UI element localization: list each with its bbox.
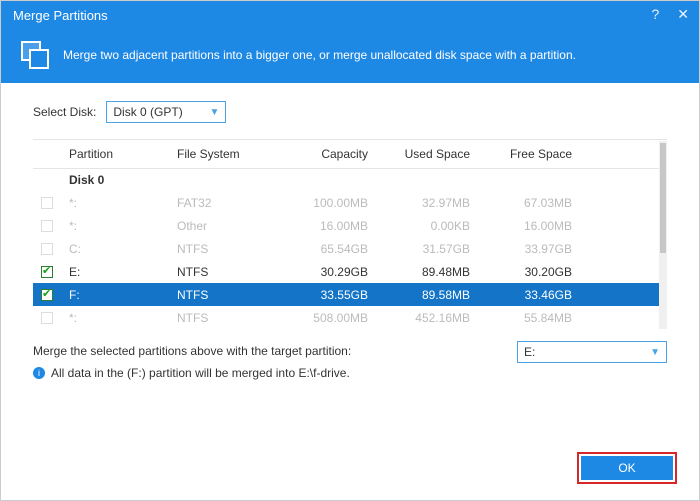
cell-free: 67.03MB	[478, 191, 580, 214]
cell-partition: *:	[61, 306, 169, 329]
cell-used: 0.00KB	[376, 214, 478, 237]
disk-select[interactable]: Disk 0 (GPT) ▼	[106, 101, 226, 123]
col-partition[interactable]: Partition	[61, 140, 169, 168]
cell-used: 452.16MB	[376, 306, 478, 329]
cell-free: 16.00MB	[478, 214, 580, 237]
target-partition-value: E:	[524, 345, 535, 359]
close-icon[interactable]: ✕	[677, 7, 689, 21]
ok-button[interactable]: OK	[581, 456, 673, 480]
cell-free: 55.84MB	[478, 306, 580, 329]
target-partition-select[interactable]: E: ▼	[517, 341, 667, 363]
row-checkbox[interactable]	[41, 220, 53, 232]
cell-filesystem: NTFS	[169, 260, 274, 283]
cell-filesystem: NTFS	[169, 306, 274, 329]
col-capacity[interactable]: Capacity	[274, 140, 376, 168]
merge-instruction: Merge the selected partitions above with…	[33, 341, 351, 363]
cell-partition: F:	[61, 283, 169, 306]
table-row[interactable]: *:NTFS508.00MB452.16MB55.84MB	[33, 306, 667, 329]
cell-used: 32.97MB	[376, 191, 478, 214]
group-row: Disk 0	[33, 168, 667, 191]
cell-filesystem: FAT32	[169, 191, 274, 214]
table-row[interactable]: E:NTFS30.29GB89.48MB30.20GB	[33, 260, 667, 283]
cell-partition: E:	[61, 260, 169, 283]
grid-header-row: Partition File System Capacity Used Spac…	[33, 140, 667, 168]
cell-capacity: 33.55GB	[274, 283, 376, 306]
cell-capacity: 30.29GB	[274, 260, 376, 283]
row-checkbox[interactable]	[41, 243, 53, 255]
row-checkbox[interactable]	[41, 312, 53, 324]
col-used[interactable]: Used Space	[376, 140, 478, 168]
table-row[interactable]: *:FAT32100.00MB32.97MB67.03MB	[33, 191, 667, 214]
row-checkbox[interactable]	[41, 197, 53, 209]
chevron-down-icon: ▼	[209, 107, 219, 118]
help-icon[interactable]: ?	[651, 7, 659, 21]
table-row[interactable]: F:NTFS33.55GB89.58MB33.46GB	[33, 283, 667, 306]
merge-icon	[21, 41, 49, 69]
cell-capacity: 65.54GB	[274, 237, 376, 260]
cell-partition: C:	[61, 237, 169, 260]
row-checkbox[interactable]	[41, 266, 53, 278]
cell-free: 30.20GB	[478, 260, 580, 283]
cell-filesystem: Other	[169, 214, 274, 237]
scrollbar[interactable]	[659, 141, 667, 329]
table-row[interactable]: *:Other16.00MB0.00KB16.00MB	[33, 214, 667, 237]
table-row[interactable]: C:NTFS65.54GB31.57GB33.97GB	[33, 237, 667, 260]
col-free[interactable]: Free Space	[478, 140, 580, 168]
cell-capacity: 16.00MB	[274, 214, 376, 237]
cell-filesystem: NTFS	[169, 283, 274, 306]
select-disk-label: Select Disk:	[33, 105, 96, 119]
cell-capacity: 508.00MB	[274, 306, 376, 329]
col-filesystem[interactable]: File System	[169, 140, 274, 168]
cell-capacity: 100.00MB	[274, 191, 376, 214]
ok-button-highlight: OK	[577, 452, 677, 484]
disk-select-value: Disk 0 (GPT)	[113, 105, 182, 119]
partition-grid: Partition File System Capacity Used Spac…	[33, 139, 667, 329]
banner-text: Merge two adjacent partitions into a big…	[63, 48, 576, 62]
cell-free: 33.46GB	[478, 283, 580, 306]
dialog-title: Merge Partitions	[13, 8, 687, 23]
cell-used: 89.58MB	[376, 283, 478, 306]
row-checkbox[interactable]	[41, 289, 53, 301]
cell-filesystem: NTFS	[169, 237, 274, 260]
cell-partition: *:	[61, 191, 169, 214]
merge-detail: All data in the (F:) partition will be m…	[51, 363, 350, 385]
cell-free: 33.97GB	[478, 237, 580, 260]
info-icon: i	[33, 367, 45, 379]
chevron-down-icon: ▼	[650, 347, 660, 358]
cell-used: 31.57GB	[376, 237, 478, 260]
dialog-header: Merge Partitions ? ✕ Merge two adjacent …	[1, 1, 699, 83]
cell-used: 89.48MB	[376, 260, 478, 283]
cell-partition: *:	[61, 214, 169, 237]
